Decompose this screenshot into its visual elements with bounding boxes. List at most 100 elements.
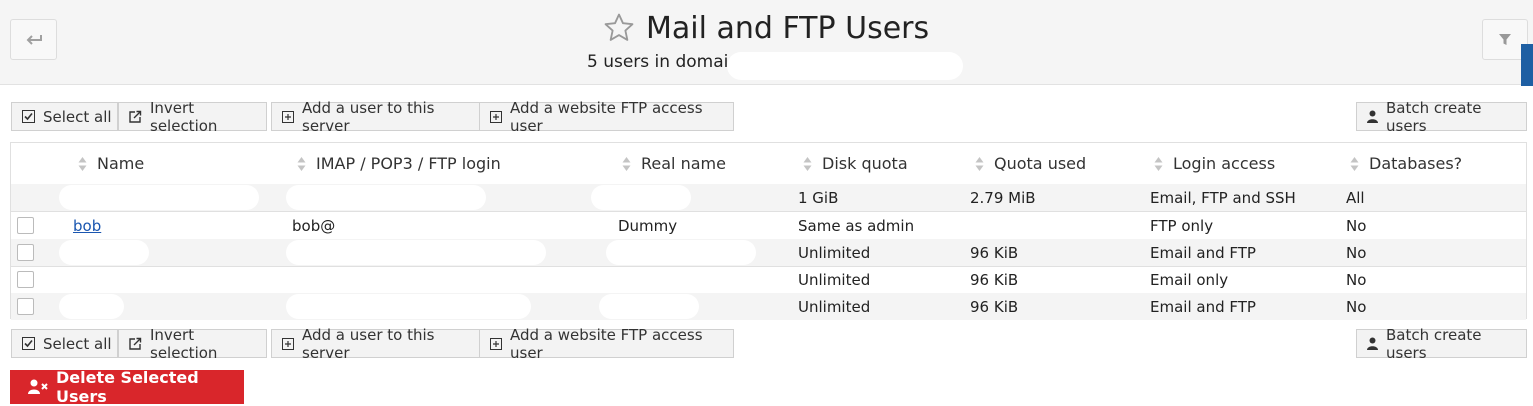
- sort-icon: [803, 156, 812, 172]
- quota-used-cell: 96 KiB: [970, 243, 1019, 262]
- column-header-login[interactable]: IMAP / POP3 / FTP login: [297, 143, 501, 184]
- row-checkbox[interactable]: [17, 217, 34, 234]
- add-user-label: Add a user to this server: [302, 98, 435, 135]
- column-label: Real name: [641, 154, 726, 173]
- column-label: Quota used: [994, 154, 1087, 173]
- user-icon: [1367, 337, 1378, 350]
- redacted-real-name: [599, 294, 699, 319]
- user-times-icon: [28, 379, 48, 395]
- login-access-cell: Email and FTP: [1150, 297, 1256, 316]
- disk-quota-cell: 1 GiB: [798, 188, 839, 207]
- invert-selection-label: Invert selection: [150, 325, 218, 362]
- databases-cell: No: [1346, 243, 1367, 262]
- check-square-icon: [22, 110, 35, 123]
- login-access-cell: Email only: [1150, 270, 1229, 289]
- back-button[interactable]: [10, 19, 57, 60]
- share-square-icon: [129, 337, 142, 350]
- select-all-button[interactable]: Select all: [11, 329, 118, 358]
- add-user-button[interactable]: Add a user to this server: [271, 99, 480, 135]
- batch-create-button[interactable]: Batch create users: [1356, 326, 1527, 362]
- column-label: IMAP / POP3 / FTP login: [316, 154, 501, 173]
- sort-icon: [1154, 156, 1163, 172]
- page-title: Mail and FTP Users: [646, 10, 930, 46]
- share-square-icon: [129, 110, 142, 123]
- return-arrow-icon: [26, 34, 42, 45]
- user-icon: [1367, 110, 1378, 123]
- delete-selected-users-button[interactable]: Delete Selected Users: [10, 368, 244, 406]
- plus-square-icon: [490, 337, 502, 350]
- batch-create-label: Batch create users: [1386, 325, 1482, 362]
- redacted-name: [59, 240, 149, 265]
- redacted-login: [286, 294, 531, 319]
- column-header-databases[interactable]: Databases?: [1350, 143, 1462, 184]
- add-user-button[interactable]: Add a user to this server: [271, 326, 480, 362]
- databases-cell: No: [1346, 216, 1367, 235]
- row-checkbox[interactable]: [17, 271, 34, 288]
- column-label: Disk quota: [822, 154, 908, 173]
- add-ftp-user-label: Add a website FTP access user: [510, 325, 703, 362]
- select-all-button[interactable]: Select all: [11, 102, 118, 131]
- select-all-label: Select all: [43, 107, 112, 126]
- title-area: Mail and FTP Users: [602, 8, 929, 48]
- star-icon[interactable]: [602, 11, 636, 45]
- bottom-toolbar: Select all Invert selection Add a user t…: [0, 326, 1533, 362]
- table-header: Name IMAP / POP3 / FTP login Real name D…: [11, 143, 1526, 185]
- sort-icon: [1350, 156, 1359, 172]
- databases-cell: No: [1346, 270, 1367, 289]
- plus-square-icon: [282, 337, 294, 350]
- redacted-login: [286, 185, 486, 210]
- column-label: Login access: [1173, 154, 1276, 173]
- plus-square-icon: [282, 110, 294, 123]
- add-ftp-user-button[interactable]: Add a website FTP access user: [479, 99, 734, 135]
- login-access-cell: FTP only: [1150, 216, 1214, 235]
- table-row: 1 GiB 2.79 MiB Email, FTP and SSH All: [11, 184, 1526, 212]
- batch-create-button[interactable]: Batch create users: [1356, 99, 1527, 135]
- add-ftp-user-label: Add a website FTP access user: [510, 98, 703, 135]
- column-header-real-name[interactable]: Real name: [622, 143, 726, 184]
- login-access-cell: Email and FTP: [1150, 243, 1256, 262]
- databases-cell: All: [1346, 188, 1365, 207]
- column-header-name[interactable]: Name: [78, 143, 144, 184]
- real-name-cell: Dummy: [618, 216, 678, 235]
- scroll-indicator: [1521, 44, 1533, 86]
- table-row: Unlimited 96 KiB Email and FTP No: [11, 239, 1526, 267]
- sort-icon: [297, 156, 306, 172]
- sort-icon: [975, 156, 984, 172]
- add-user-label: Add a user to this server: [302, 325, 435, 362]
- column-label: Name: [97, 154, 145, 173]
- quota-used-cell: 96 KiB: [970, 270, 1019, 289]
- column-header-login-access[interactable]: Login access: [1154, 143, 1275, 184]
- invert-selection-button[interactable]: Invert selection: [118, 326, 267, 362]
- batch-create-label: Batch create users: [1386, 98, 1482, 135]
- select-all-label: Select all: [43, 334, 112, 353]
- user-name-link[interactable]: bob: [73, 212, 101, 239]
- page-header: Mail and FTP Users 5 users in domain: [0, 0, 1533, 85]
- redacted-real-name: [591, 185, 691, 210]
- column-label: Databases?: [1369, 154, 1463, 173]
- column-header-disk-quota[interactable]: Disk quota: [803, 143, 908, 184]
- delete-selected-label: Delete Selected Users: [56, 368, 199, 406]
- redacted-login: [286, 240, 546, 265]
- login-access-cell: Email, FTP and SSH: [1150, 188, 1296, 207]
- users-table: Name IMAP / POP3 / FTP login Real name D…: [10, 142, 1527, 320]
- quota-used-cell: 2.79 MiB: [970, 188, 1036, 207]
- table-row: Unlimited 96 KiB Email and FTP No: [11, 293, 1526, 320]
- disk-quota-cell: Same as admin: [798, 216, 915, 235]
- quota-used-cell: 96 KiB: [970, 297, 1019, 316]
- plus-square-icon: [490, 110, 502, 123]
- row-checkbox[interactable]: [17, 298, 34, 315]
- login-cell: bob@: [292, 216, 336, 235]
- add-ftp-user-button[interactable]: Add a website FTP access user: [479, 326, 734, 362]
- table-row: bob bob@ Dummy Same as admin FTP only No: [11, 212, 1526, 240]
- disk-quota-cell: Unlimited: [798, 270, 871, 289]
- column-header-quota-used[interactable]: Quota used: [975, 143, 1086, 184]
- redacted-domain: [727, 52, 963, 80]
- sort-icon: [622, 156, 631, 172]
- invert-selection-label: Invert selection: [150, 98, 218, 135]
- redacted-real-name: [606, 240, 756, 265]
- row-checkbox[interactable]: [17, 244, 34, 261]
- check-square-icon: [22, 337, 35, 350]
- databases-cell: No: [1346, 297, 1367, 316]
- invert-selection-button[interactable]: Invert selection: [118, 99, 267, 135]
- filter-icon: [1499, 33, 1511, 45]
